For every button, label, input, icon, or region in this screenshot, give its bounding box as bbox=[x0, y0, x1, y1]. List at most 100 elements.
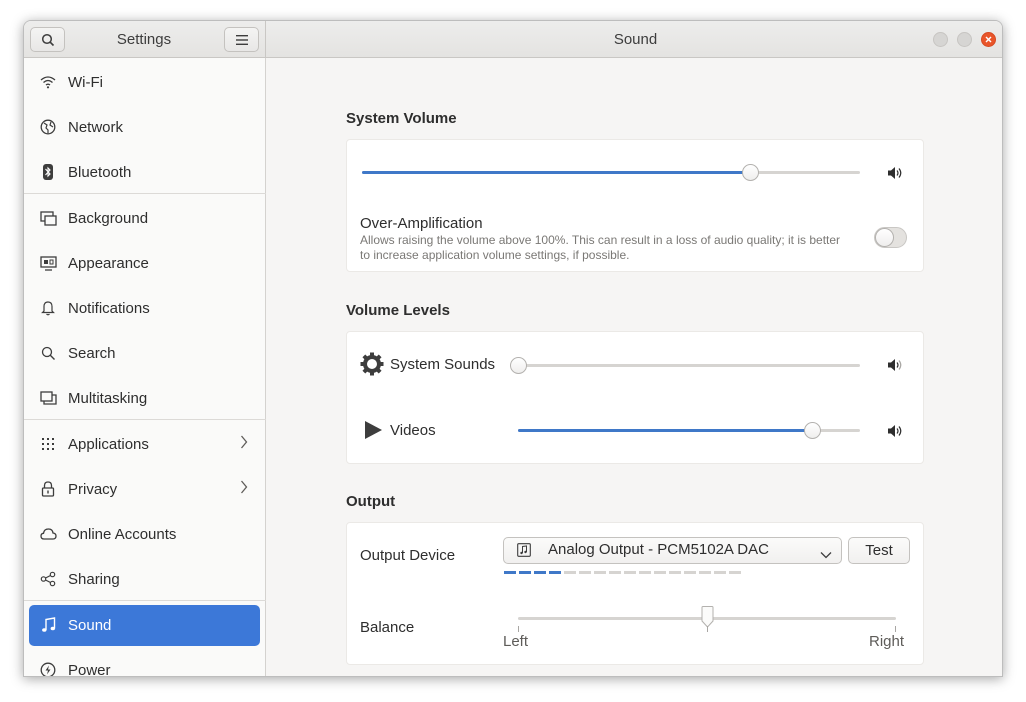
level-segment bbox=[654, 571, 666, 574]
slider-fill bbox=[518, 429, 812, 432]
search-icon bbox=[41, 33, 54, 46]
cloud-icon bbox=[39, 525, 57, 543]
sidebar-item-label: Bluetooth bbox=[68, 164, 132, 181]
sidebar-item-label: Applications bbox=[68, 436, 149, 453]
videos-slider[interactable] bbox=[518, 421, 860, 439]
sidebar-item-notifications[interactable]: Notifications bbox=[24, 286, 266, 331]
over-amplification-label: Over-Amplification bbox=[360, 215, 483, 232]
balance-tick-center bbox=[707, 626, 708, 632]
sidebar-item-background[interactable]: Background bbox=[24, 196, 266, 241]
sound-panel: System Volume Over-Amplification Allows … bbox=[267, 58, 1002, 676]
gear-icon bbox=[360, 352, 384, 376]
header-bar: Settings Sound bbox=[24, 21, 1002, 58]
sidebar-separator bbox=[24, 193, 266, 194]
sidebar-separator bbox=[24, 600, 266, 601]
sidebar-item-label: Network bbox=[68, 119, 124, 136]
system-volume-title: System Volume bbox=[346, 110, 457, 127]
wifi-icon bbox=[39, 73, 57, 91]
system-volume-card: Over-Amplification Allows raising the vo… bbox=[346, 139, 924, 272]
level-segment bbox=[504, 571, 516, 574]
speaker-low-icon bbox=[887, 357, 903, 373]
level-segment bbox=[699, 571, 711, 574]
slider-trough bbox=[518, 364, 860, 367]
sidebar-item-appearance[interactable]: Appearance bbox=[24, 241, 266, 286]
over-amplification-toggle[interactable] bbox=[874, 227, 907, 248]
settings-window: Settings Sound Wi-Fi Network Bluetooth B… bbox=[23, 20, 1003, 677]
menu-button[interactable] bbox=[224, 27, 259, 52]
output-level-meter bbox=[504, 571, 741, 574]
sidebar-header: Settings bbox=[24, 21, 266, 58]
sidebar-item-label: Online Accounts bbox=[68, 526, 177, 543]
search-icon bbox=[39, 344, 57, 362]
page-title: Sound bbox=[613, 31, 658, 48]
slider-knob[interactable] bbox=[701, 606, 714, 628]
close-icon bbox=[985, 36, 992, 43]
network-icon bbox=[39, 118, 57, 136]
system-sounds-label: System Sounds bbox=[390, 356, 496, 373]
sidebar-item-label: Wi-Fi bbox=[68, 74, 103, 91]
level-segment bbox=[684, 571, 696, 574]
sidebar-item-multitasking[interactable]: Multitasking bbox=[24, 376, 266, 421]
over-amplification-description: Allows raising the volume above 100%. Th… bbox=[360, 233, 841, 247]
level-segment bbox=[564, 571, 576, 574]
close-button[interactable] bbox=[981, 32, 996, 47]
sidebar-separator bbox=[24, 419, 266, 420]
toggle-knob bbox=[875, 228, 894, 247]
sidebar-item-label: Privacy bbox=[68, 481, 118, 498]
maximize-button[interactable] bbox=[957, 32, 972, 47]
speaker-volume-icon bbox=[887, 423, 903, 439]
output-device-dropdown[interactable]: Analog Output - PCM5102A DAC bbox=[503, 537, 842, 564]
slider-fill bbox=[362, 171, 750, 174]
slider-knob[interactable] bbox=[804, 422, 821, 439]
hamburger-menu-icon bbox=[235, 34, 248, 45]
level-segment bbox=[624, 571, 636, 574]
speaker-volume-icon bbox=[887, 165, 903, 181]
background-icon bbox=[39, 209, 57, 227]
balance-tick-left bbox=[518, 626, 519, 632]
balance-right-label: Right bbox=[869, 633, 905, 650]
sidebar-item-privacy[interactable]: Privacy bbox=[24, 467, 266, 512]
slider-knob[interactable] bbox=[510, 357, 527, 374]
sidebar-item-sound[interactable]: Sound bbox=[29, 605, 260, 646]
sidebar-title: Settings bbox=[116, 31, 172, 48]
videos-label: Videos bbox=[390, 422, 436, 439]
test-button[interactable]: Test bbox=[848, 537, 910, 564]
output-title: Output bbox=[346, 493, 396, 510]
volume-levels-title: Volume Levels bbox=[346, 302, 450, 319]
system-sounds-slider[interactable] bbox=[510, 356, 860, 374]
search-button[interactable] bbox=[30, 27, 65, 52]
sidebar-item-bluetooth[interactable]: Bluetooth bbox=[24, 150, 266, 195]
sidebar-item-sharing[interactable]: Sharing bbox=[24, 557, 266, 602]
minimize-button[interactable] bbox=[933, 32, 948, 47]
sidebar-item-network[interactable]: Network bbox=[24, 105, 266, 150]
sidebar-item-label: Search bbox=[68, 345, 116, 362]
level-segment bbox=[534, 571, 546, 574]
volume-levels-card: System Sounds Videos bbox=[346, 331, 924, 464]
system-volume-slider[interactable] bbox=[362, 163, 860, 181]
sidebar-item-wifi[interactable]: Wi-Fi bbox=[24, 60, 266, 105]
sidebar-item-online-accounts[interactable]: Online Accounts bbox=[24, 512, 266, 557]
output-device-value: Analog Output - PCM5102A DAC bbox=[548, 541, 769, 558]
level-segment bbox=[579, 571, 591, 574]
balance-slider[interactable] bbox=[518, 606, 896, 628]
music-note-icon bbox=[39, 616, 57, 634]
lock-icon bbox=[39, 480, 57, 498]
level-segment bbox=[639, 571, 651, 574]
sidebar-item-applications[interactable]: Applications bbox=[24, 422, 266, 467]
level-segment bbox=[714, 571, 726, 574]
power-icon bbox=[39, 661, 57, 676]
sidebar-item-label: Background bbox=[68, 210, 149, 227]
sidebar-item-search[interactable]: Search bbox=[24, 331, 266, 376]
sidebar-item-power[interactable]: Power bbox=[24, 648, 266, 677]
sidebar-item-label: Notifications bbox=[68, 300, 150, 317]
share-icon bbox=[39, 570, 57, 588]
sidebar-item-label: Power bbox=[68, 662, 111, 677]
slider-knob[interactable] bbox=[742, 164, 759, 181]
over-amplification-description: to increase application volume settings,… bbox=[360, 248, 630, 262]
appearance-icon bbox=[39, 254, 57, 272]
bell-icon bbox=[39, 299, 57, 317]
level-segment bbox=[669, 571, 681, 574]
level-segment bbox=[594, 571, 606, 574]
sidebar-item-label: Appearance bbox=[68, 255, 149, 272]
level-segment bbox=[549, 571, 561, 574]
